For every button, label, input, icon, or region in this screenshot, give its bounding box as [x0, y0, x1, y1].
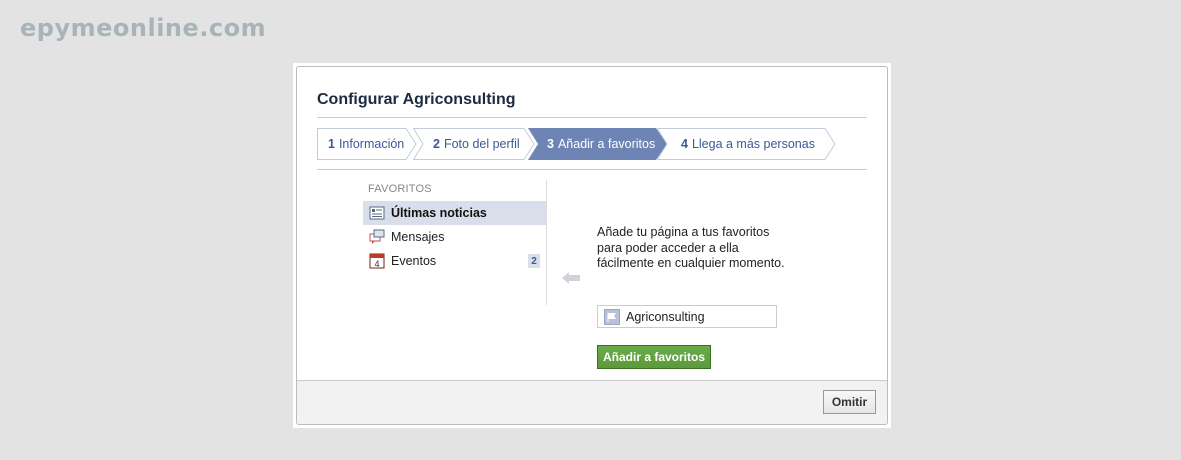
dialog-footer: Omitir [297, 380, 887, 424]
arrow-left-icon [562, 272, 580, 284]
favorites-description: Añade tu página a tus favoritos para pod… [597, 225, 785, 270]
messages-icon [369, 229, 385, 245]
favorite-item-ultimas-noticias: Últimas noticias [363, 201, 546, 225]
step-informacion[interactable]: 1 Información [317, 128, 417, 160]
dialog-title: Configurar Agriconsulting [317, 91, 516, 108]
watermark-logo: epymeonline.com [20, 14, 267, 42]
favorite-item-eventos: 4 Eventos 2 [363, 249, 546, 273]
favorites-preview: FAVORITOS Últimas noticias Mensajes 4 Ev… [363, 180, 547, 305]
add-to-favorites-button[interactable]: Añadir a favoritos [597, 345, 711, 369]
news-feed-icon [369, 205, 385, 221]
step-llega-a-mas-personas[interactable]: 4 Llega a más personas [657, 128, 837, 160]
favorites-header: FAVORITOS [368, 183, 432, 195]
calendar-icon: 4 [369, 253, 385, 269]
events-count-badge: 2 [528, 254, 540, 268]
divider [317, 117, 867, 118]
favorite-item-mensajes: Mensajes [363, 225, 546, 249]
page-name-field: Agriconsulting [597, 305, 777, 328]
step-foto-del-perfil[interactable]: 2 Foto del perfil [413, 128, 535, 160]
divider [317, 169, 867, 170]
skip-button[interactable]: Omitir [823, 390, 876, 414]
dialog-frame: Configurar Agriconsulting 1 Información 2… [293, 63, 891, 428]
page-flag-icon [604, 308, 620, 325]
setup-dialog: Configurar Agriconsulting 1 Información 2… [296, 66, 888, 425]
step-anadir-a-favoritos[interactable]: 3 Añadir a favoritos [528, 128, 668, 160]
wizard-steps: 1 Información 2 Foto del perfil 3 Añadir a … [317, 128, 877, 160]
svg-text:4: 4 [374, 259, 379, 269]
